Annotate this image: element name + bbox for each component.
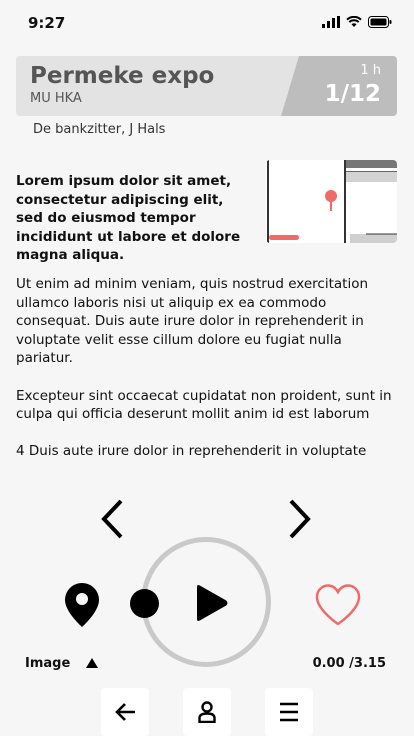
battery-icon	[368, 16, 392, 28]
progress-dot[interactable]	[130, 589, 159, 618]
paragraph: Ut enim ad minim veniam, quis nostrud ex…	[16, 276, 369, 367]
profile-icon	[198, 701, 216, 723]
floor-map[interactable]	[266, 160, 397, 243]
play-button[interactable]	[186, 580, 236, 626]
page-counter: 1/12	[324, 81, 381, 107]
museum-name: MU HKA	[30, 91, 82, 106]
status-time: 9:27	[28, 14, 66, 32]
lead-paragraph: Lorem ipsum dolor sit amet, consectetur …	[16, 173, 241, 264]
previous-button[interactable]	[92, 495, 132, 543]
play-icon	[197, 585, 228, 621]
chevron-left-icon	[101, 499, 123, 539]
heart-icon	[315, 584, 361, 626]
favorite-button[interactable]	[311, 580, 365, 630]
tour-duration: 1 h	[360, 63, 381, 78]
map-pin-icon	[325, 190, 337, 211]
menu-button[interactable]	[265, 688, 313, 736]
body-text: Ut enim ad minim veniam, quis nostrud ex…	[16, 275, 400, 480]
expo-header: Permeke expo MU HKA 1 h 1/12	[16, 56, 397, 116]
triangle-up-icon[interactable]	[85, 657, 99, 669]
wifi-icon	[346, 16, 362, 27]
location-pin-icon	[65, 583, 99, 627]
signal-icon	[322, 16, 340, 28]
status-icons	[322, 16, 392, 28]
status-bar: 9:27	[0, 0, 414, 44]
playback-time: 0.00 /3.15	[312, 656, 386, 671]
media-type-label: Image	[25, 656, 71, 671]
back-button[interactable]	[101, 688, 149, 736]
profile-button[interactable]	[183, 688, 231, 736]
next-button[interactable]	[280, 495, 320, 543]
arrow-left-icon	[115, 703, 135, 721]
paragraph: 4 Duis aute irure dolor in reprehenderit…	[16, 443, 367, 460]
menu-icon	[280, 702, 298, 722]
chevron-right-icon	[289, 499, 311, 539]
expo-title: Permeke expo	[30, 63, 215, 89]
location-button[interactable]	[62, 580, 102, 630]
progress-badge: 1 h 1/12	[281, 56, 397, 116]
artwork-caption: De bankzitter, J Hals	[33, 122, 166, 137]
paragraph: Excepteur sint occaecat cupidatat non pr…	[16, 387, 392, 423]
